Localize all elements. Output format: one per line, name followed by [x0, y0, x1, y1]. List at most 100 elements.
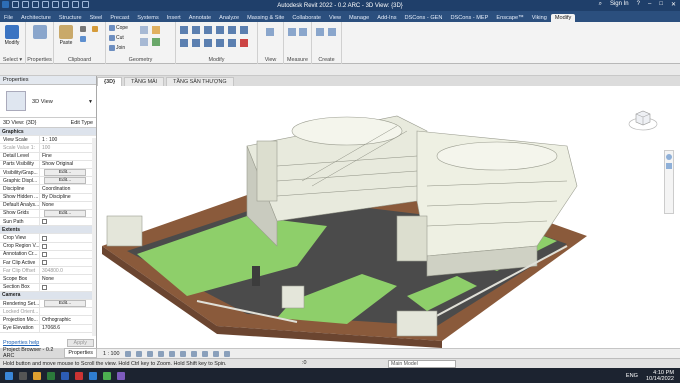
property-value[interactable]: Fine — [40, 153, 96, 160]
move-icon[interactable] — [180, 39, 188, 47]
property-value[interactable] — [40, 284, 96, 291]
language-indicator[interactable]: ENG — [626, 373, 638, 379]
minimize-button[interactable]: – — [648, 1, 651, 8]
view-tab[interactable]: {3D} — [97, 77, 123, 86]
demolish-icon[interactable] — [152, 38, 160, 46]
show-crop-icon[interactable] — [190, 350, 197, 357]
checkbox[interactable] — [42, 219, 47, 225]
dimension-icon[interactable] — [299, 28, 307, 36]
ribbon-tab-precast[interactable]: Precast — [106, 14, 133, 22]
property-value[interactable]: 304800.0 — [40, 267, 96, 274]
paste-button[interactable]: Paste — [56, 25, 76, 46]
paint-icon[interactable] — [152, 26, 160, 34]
create-group-icon[interactable] — [328, 28, 336, 36]
ribbon-tab-enscape-[interactable]: Enscape™ — [492, 14, 527, 22]
shadows-icon[interactable] — [157, 350, 164, 357]
acrobat-icon[interactable] — [75, 371, 83, 380]
property-value[interactable]: Edit... — [40, 177, 96, 185]
clock[interactable]: 4:10 PM 10/14/2022 — [646, 370, 674, 382]
maximize-button[interactable]: □ — [659, 1, 663, 8]
detail-level-icon[interactable] — [124, 350, 131, 357]
ribbon-tab-viking[interactable]: Viking — [528, 14, 551, 22]
mirror-draw-icon[interactable] — [216, 26, 224, 34]
type-selector[interactable]: 3D View ▼ — [0, 85, 96, 118]
property-value[interactable]: Show Original — [40, 161, 96, 168]
ribbon-tab-manage[interactable]: Manage — [345, 14, 373, 22]
zoom-icon[interactable] — [666, 163, 672, 169]
visual-style-icon[interactable] — [135, 350, 142, 357]
checkbox[interactable] — [42, 251, 47, 257]
view-tab[interactable]: TẦNG SÂN THƯỢNG — [166, 77, 234, 86]
wall-joins-icon[interactable] — [140, 38, 148, 46]
edit-button[interactable]: Edit... — [44, 177, 86, 185]
property-section[interactable]: Camera — [0, 291, 96, 300]
property-value[interactable] — [40, 234, 96, 241]
hide-icon[interactable] — [266, 28, 274, 36]
help-icon[interactable]: ? — [637, 1, 640, 8]
properties-button[interactable] — [30, 25, 50, 40]
navigation-bar[interactable] — [664, 150, 674, 214]
hide-isolate-icon[interactable] — [212, 350, 219, 357]
sun-path-icon[interactable] — [146, 350, 153, 357]
array-icon[interactable] — [228, 39, 236, 47]
property-value[interactable]: Coordination — [40, 185, 96, 192]
checkbox[interactable] — [42, 243, 47, 249]
property-value[interactable]: None — [40, 275, 96, 282]
ribbon-tab-systems[interactable]: Systems — [133, 14, 162, 22]
ribbon-tab-add-ins[interactable]: Add-Ins — [373, 14, 400, 22]
teams-icon[interactable] — [117, 371, 125, 380]
start-icon[interactable] — [5, 371, 13, 380]
3d-viewport[interactable] — [97, 86, 680, 348]
copy-clip-button[interactable] — [80, 36, 86, 42]
edit-button[interactable]: Edit... — [44, 169, 86, 177]
ribbon-tab-structure[interactable]: Structure — [55, 14, 86, 22]
chevron-down-icon[interactable]: ▼ — [88, 99, 93, 105]
property-value[interactable]: Edit... — [40, 209, 96, 217]
viewcube-icon[interactable] — [628, 106, 658, 132]
property-value[interactable]: Edit... — [40, 300, 96, 308]
checkbox[interactable] — [42, 235, 47, 241]
ribbon-tab-steel[interactable]: Steel — [86, 14, 107, 22]
offset-icon[interactable] — [192, 26, 200, 34]
search-taskbar-icon[interactable] — [19, 371, 27, 380]
ribbon-tab-modify[interactable]: Modify — [550, 14, 576, 22]
property-value[interactable] — [40, 259, 96, 266]
lock-icon[interactable] — [201, 350, 208, 357]
property-value[interactable] — [40, 251, 96, 258]
pin-icon[interactable] — [240, 26, 248, 34]
property-section[interactable]: Graphics — [0, 128, 96, 137]
ribbon-tab-dscons-gen[interactable]: DSCons - GEN — [401, 14, 447, 22]
ribbon-tab-file[interactable]: File — [0, 14, 17, 22]
measure-tool-icon[interactable] — [288, 28, 296, 36]
checkbox[interactable] — [42, 284, 47, 290]
cope-button[interactable]: Cope — [109, 25, 128, 31]
instance-select[interactable]: 3D View: {3D} — [3, 120, 36, 126]
view-tab[interactable]: TẦNG MÁI — [124, 77, 165, 86]
ribbon-tab-collaborate[interactable]: Collaborate — [288, 14, 325, 22]
property-value[interactable]: 17068.6 — [40, 325, 96, 332]
render-icon[interactable] — [168, 350, 175, 357]
property-value[interactable] — [40, 218, 96, 225]
property-value[interactable]: 1 : 100 — [40, 136, 96, 143]
rotate-icon[interactable] — [204, 39, 212, 47]
mirror-pick-icon[interactable] — [204, 26, 212, 34]
ribbon-tab-insert[interactable]: Insert — [163, 14, 185, 22]
property-section[interactable]: Extents — [0, 226, 96, 235]
property-value[interactable]: Edit... — [40, 169, 96, 177]
property-value[interactable] — [40, 308, 96, 315]
main-model-select[interactable]: Main Model — [388, 360, 456, 368]
steering-wheel-icon[interactable] — [666, 154, 672, 160]
select-group-label[interactable]: Select ▾ — [0, 57, 25, 63]
property-value[interactable]: By Discipline — [40, 194, 96, 201]
ribbon-tab-annotate[interactable]: Annotate — [185, 14, 215, 22]
edit-button[interactable]: Edit... — [44, 300, 86, 308]
property-value[interactable]: None — [40, 202, 96, 209]
view-scale[interactable]: 1 : 100 — [103, 351, 120, 357]
properties-scrollbar[interactable] — [92, 138, 96, 336]
checkbox[interactable] — [42, 260, 47, 266]
match-button[interactable] — [92, 26, 98, 32]
cut-button[interactable]: Cut — [109, 35, 124, 41]
sign-in-link[interactable]: Sign In — [610, 1, 629, 8]
edit-type-button[interactable]: Edit Type — [71, 120, 93, 126]
split-face-icon[interactable] — [140, 26, 148, 34]
